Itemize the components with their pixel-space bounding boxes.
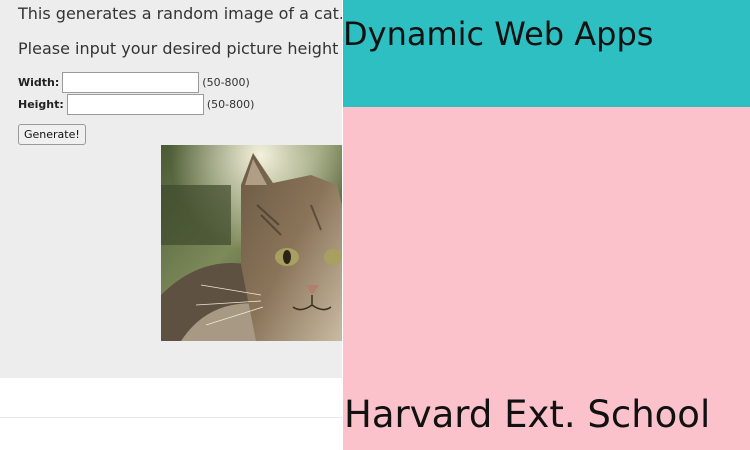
height-row: Height: (50-800) (18, 94, 254, 115)
instruction-text: Please input your desired picture height… (18, 39, 342, 58)
height-input[interactable] (66, 94, 204, 115)
cat-image (161, 145, 342, 341)
header-title: Dynamic Web Apps (343, 15, 654, 53)
generate-button[interactable]: Generate! (18, 124, 86, 145)
slide-panel: Dynamic Web Apps Harvard Ext. School (343, 0, 750, 450)
height-range-hint: (50-800) (206, 98, 255, 111)
left-footer-area (0, 378, 342, 450)
cat-generator-panel: This generates a random image of a cat. … (0, 0, 342, 378)
width-label: Width: (18, 76, 60, 89)
height-label: Height: (18, 98, 64, 111)
header-banner: Dynamic Web Apps (343, 0, 750, 107)
width-range-hint: (50-800) (202, 76, 250, 89)
width-row: Width: (50-800) (18, 72, 250, 93)
width-input[interactable] (62, 72, 200, 93)
divider (0, 417, 342, 418)
intro-text: This generates a random image of a cat. (18, 4, 342, 23)
school-name: Harvard Ext. School (344, 393, 711, 436)
